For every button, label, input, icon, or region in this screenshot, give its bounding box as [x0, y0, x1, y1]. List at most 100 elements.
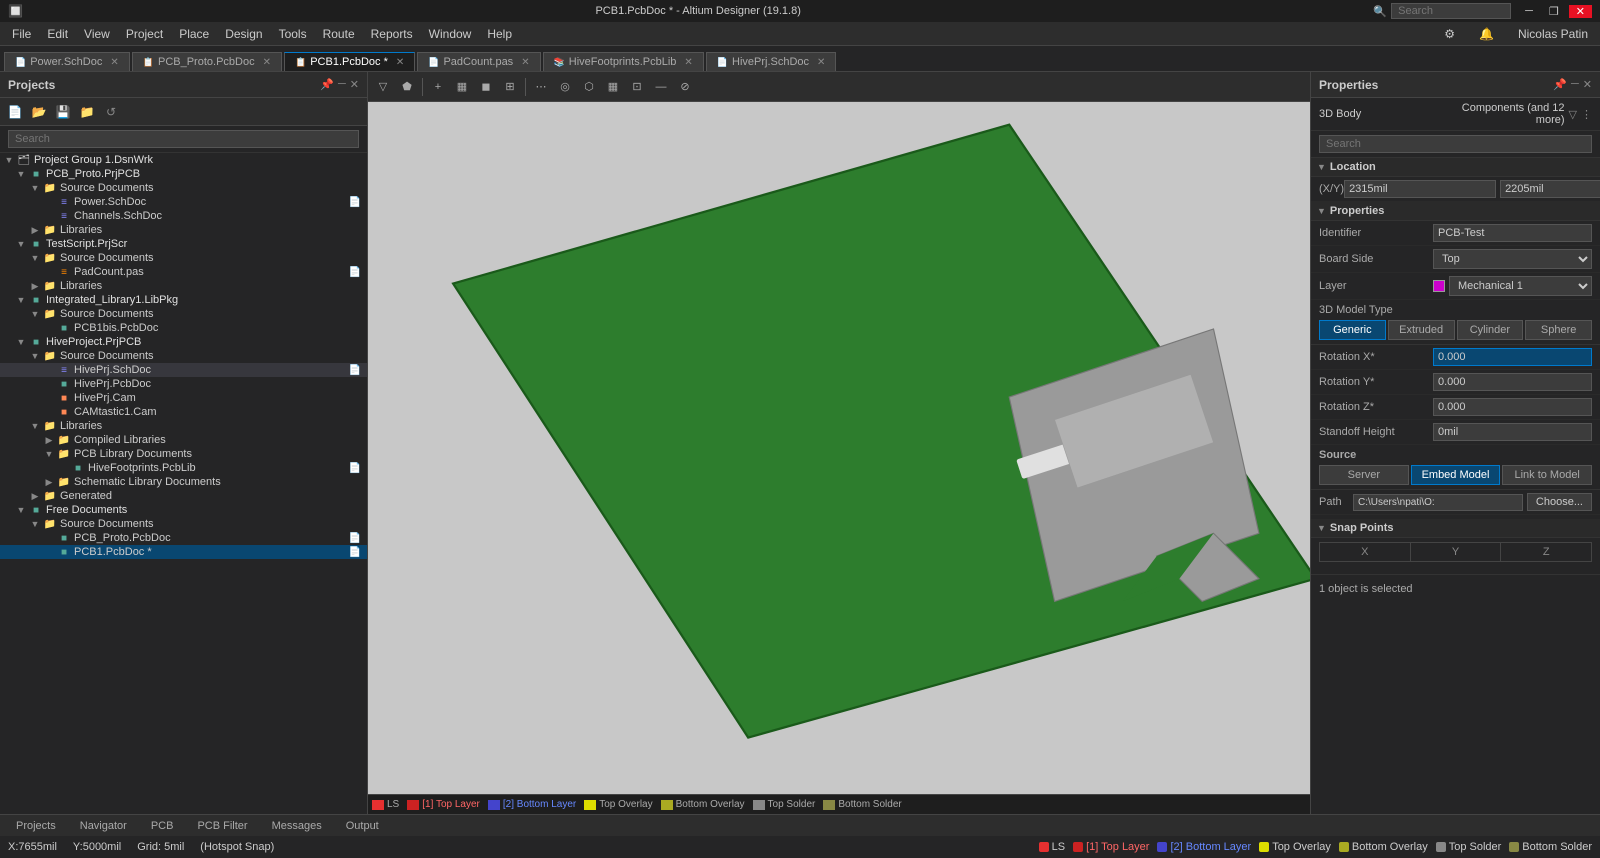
- tree-item-pcb-proto[interactable]: ▼ ■ PCB_Proto.PrjPCB: [0, 167, 367, 181]
- tree-item-src-docs-hive[interactable]: ▼ 📁 Source Documents: [0, 349, 367, 363]
- bottom-tab-projects[interactable]: Projects: [4, 818, 68, 834]
- user-profile[interactable]: Nicolas Patin: [1510, 25, 1596, 43]
- tree-item-power-schdoc[interactable]: ≡ Power.SchDoc 📄: [0, 195, 367, 209]
- tab-close-padcount[interactable]: ✕: [521, 57, 529, 68]
- pcb-box-btn[interactable]: ⊡: [626, 76, 648, 98]
- tree-item-free-docs[interactable]: ▼ ■ Free Documents: [0, 503, 367, 517]
- tree-item-src-docs-3[interactable]: ▼ 📁 Source Documents: [0, 307, 367, 321]
- tree-item-hiveprj-pcbdoc[interactable]: ■ HivePrj.PcbDoc: [0, 377, 367, 391]
- pcb-filter-btn[interactable]: ▽: [372, 76, 394, 98]
- y-input[interactable]: [1500, 180, 1600, 198]
- rotation-y-input[interactable]: [1433, 373, 1592, 391]
- model-type-cylinder[interactable]: Cylinder: [1457, 320, 1524, 340]
- layer-top-overlay[interactable]: Top Overlay: [1259, 841, 1331, 853]
- projects-pin-button[interactable]: 📌: [320, 78, 334, 91]
- legend-top-layer[interactable]: [1] Top Layer: [407, 799, 480, 810]
- legend-top-overlay[interactable]: Top Overlay: [584, 799, 652, 810]
- pcb-hex-btn[interactable]: ⬡: [578, 76, 600, 98]
- bottom-tab-messages[interactable]: Messages: [260, 818, 334, 834]
- pcb-circle-btn[interactable]: ◎: [554, 76, 576, 98]
- source-embed-btn[interactable]: Embed Model: [1411, 465, 1501, 485]
- location-section-header[interactable]: ▼ Location: [1311, 158, 1600, 177]
- tab-close-hivefp[interactable]: ✕: [684, 57, 692, 68]
- menu-window[interactable]: Window: [421, 25, 480, 43]
- tab-hiveprj-schdoc[interactable]: 📄 HivePrj.SchDoc ✕: [706, 52, 837, 71]
- path-value-input[interactable]: [1353, 494, 1523, 511]
- pcb-grid-btn[interactable]: ▦: [451, 76, 473, 98]
- tab-pcb-proto[interactable]: 📋 PCB_Proto.PcbDoc ✕: [132, 52, 282, 71]
- layer-top[interactable]: [1] Top Layer: [1073, 841, 1149, 853]
- tree-item-pcb1bis[interactable]: ■ PCB1bis.PcbDoc: [0, 321, 367, 335]
- tab-close-pcb1[interactable]: ✕: [396, 57, 404, 68]
- layer-bottom-solder[interactable]: Bottom Solder: [1509, 841, 1592, 853]
- tab-pcb1[interactable]: 📋 PCB1.PcbDoc * ✕: [284, 52, 415, 71]
- menu-place[interactable]: Place: [171, 25, 217, 43]
- pcb-slash-btn[interactable]: ⊘: [674, 76, 696, 98]
- pcb-grid2-btn[interactable]: ▦: [602, 76, 624, 98]
- close-button[interactable]: ✕: [1569, 5, 1592, 18]
- board-side-select[interactable]: Top Bottom: [1433, 249, 1592, 269]
- refresh-button[interactable]: ↺: [100, 102, 122, 122]
- tree-item-hiveprj-cam[interactable]: ■ HivePrj.Cam: [0, 391, 367, 405]
- menu-view[interactable]: View: [76, 25, 118, 43]
- prop-search-input[interactable]: [1319, 135, 1592, 153]
- pcb-line-btn[interactable]: —: [650, 76, 672, 98]
- path-choose-button[interactable]: Choose...: [1527, 493, 1592, 511]
- legend-bottom-solder[interactable]: Bottom Solder: [823, 799, 901, 810]
- tree-item-schlib-docs[interactable]: ▶ 📁 Schematic Library Documents: [0, 475, 367, 489]
- tab-power-schdoc[interactable]: 📄 Power.SchDoc ✕: [4, 52, 130, 71]
- filter-more-icon[interactable]: ⋮: [1581, 108, 1592, 121]
- menu-file[interactable]: File: [4, 25, 39, 43]
- save-project-button[interactable]: 💾: [52, 102, 74, 122]
- tree-item-pcblib-docs[interactable]: ▼ 📁 PCB Library Documents: [0, 447, 367, 461]
- projects-close-button[interactable]: ✕: [350, 78, 359, 91]
- tree-item-libs-2[interactable]: ▶ 📁 Libraries: [0, 279, 367, 293]
- maximize-button[interactable]: ❐: [1543, 5, 1565, 18]
- tree-item-testscript[interactable]: ▼ ■ TestScript.PrjScr: [0, 237, 367, 251]
- properties-section-header[interactable]: ▼ Properties: [1311, 202, 1600, 221]
- bottom-tab-pcb-filter[interactable]: PCB Filter: [185, 818, 259, 834]
- menu-design[interactable]: Design: [217, 25, 270, 43]
- tree-item-pcb1-doc[interactable]: ■ PCB1.PcbDoc * 📄: [0, 545, 367, 559]
- tree-item-src-docs-1[interactable]: ▼ 📁 Source Documents: [0, 181, 367, 195]
- tab-close-hiveprj[interactable]: ✕: [817, 57, 825, 68]
- layer-bottom[interactable]: [2] Bottom Layer: [1157, 841, 1251, 853]
- new-project-button[interactable]: 📄: [4, 102, 26, 122]
- model-type-generic[interactable]: Generic: [1319, 320, 1386, 340]
- tab-close-pcbproto[interactable]: ✕: [263, 57, 271, 68]
- tree-item-hiveproject[interactable]: ▼ ■ HiveProject.PrjPCB: [0, 335, 367, 349]
- rotation-z-input[interactable]: [1433, 398, 1592, 416]
- open-project-button[interactable]: 📂: [28, 102, 50, 122]
- tab-hivefootprints[interactable]: 📚 HiveFootprints.PcbLib ✕: [543, 52, 704, 71]
- snap-section-header[interactable]: ▼ Snap Points: [1311, 519, 1600, 538]
- tree-item-libs-1[interactable]: ▶ 📁 Libraries: [0, 223, 367, 237]
- pcb-square-btn[interactable]: ◼: [475, 76, 497, 98]
- layer-ls[interactable]: LS: [1039, 841, 1065, 853]
- pcb-3d-btn[interactable]: ⬟: [396, 76, 418, 98]
- rotation-x-input[interactable]: [1433, 348, 1592, 366]
- bottom-tab-pcb[interactable]: PCB: [139, 818, 186, 834]
- tree-item-src-docs-free[interactable]: ▼ 📁 Source Documents: [0, 517, 367, 531]
- tab-close-power[interactable]: ✕: [110, 57, 118, 68]
- properties-close-button[interactable]: ✕: [1583, 78, 1592, 91]
- tree-item-intlib[interactable]: ▼ ■ Integrated_Library1.LibPkg: [0, 293, 367, 307]
- standoff-input[interactable]: [1433, 423, 1592, 441]
- tree-item-channels[interactable]: ≡ Channels.SchDoc: [0, 209, 367, 223]
- model-type-sphere[interactable]: Sphere: [1525, 320, 1592, 340]
- menu-project[interactable]: Project: [118, 25, 171, 43]
- tree-item-camtastic[interactable]: ■ CAMtastic1.Cam: [0, 405, 367, 419]
- properties-minimize-button[interactable]: ─: [1571, 78, 1579, 91]
- tree-item-padcount[interactable]: ≡ PadCount.pas 📄: [0, 265, 367, 279]
- source-server-btn[interactable]: Server: [1319, 465, 1409, 485]
- tree-item-src-docs-2[interactable]: ▼ 📁 Source Documents: [0, 251, 367, 265]
- legend-bottom-overlay[interactable]: Bottom Overlay: [661, 799, 745, 810]
- source-link-btn[interactable]: Link to Model: [1502, 465, 1592, 485]
- bottom-tab-output[interactable]: Output: [334, 818, 391, 834]
- layer-select[interactable]: Mechanical 1 Mechanical 2: [1449, 276, 1592, 296]
- menu-help[interactable]: Help: [479, 25, 520, 43]
- layer-top-solder[interactable]: Top Solder: [1436, 841, 1502, 853]
- legend-bottom-layer[interactable]: [2] Bottom Layer: [488, 799, 576, 810]
- filter-icon[interactable]: ▽: [1569, 108, 1577, 121]
- menu-route[interactable]: Route: [315, 25, 363, 43]
- titlebar-search-input[interactable]: [1391, 3, 1511, 19]
